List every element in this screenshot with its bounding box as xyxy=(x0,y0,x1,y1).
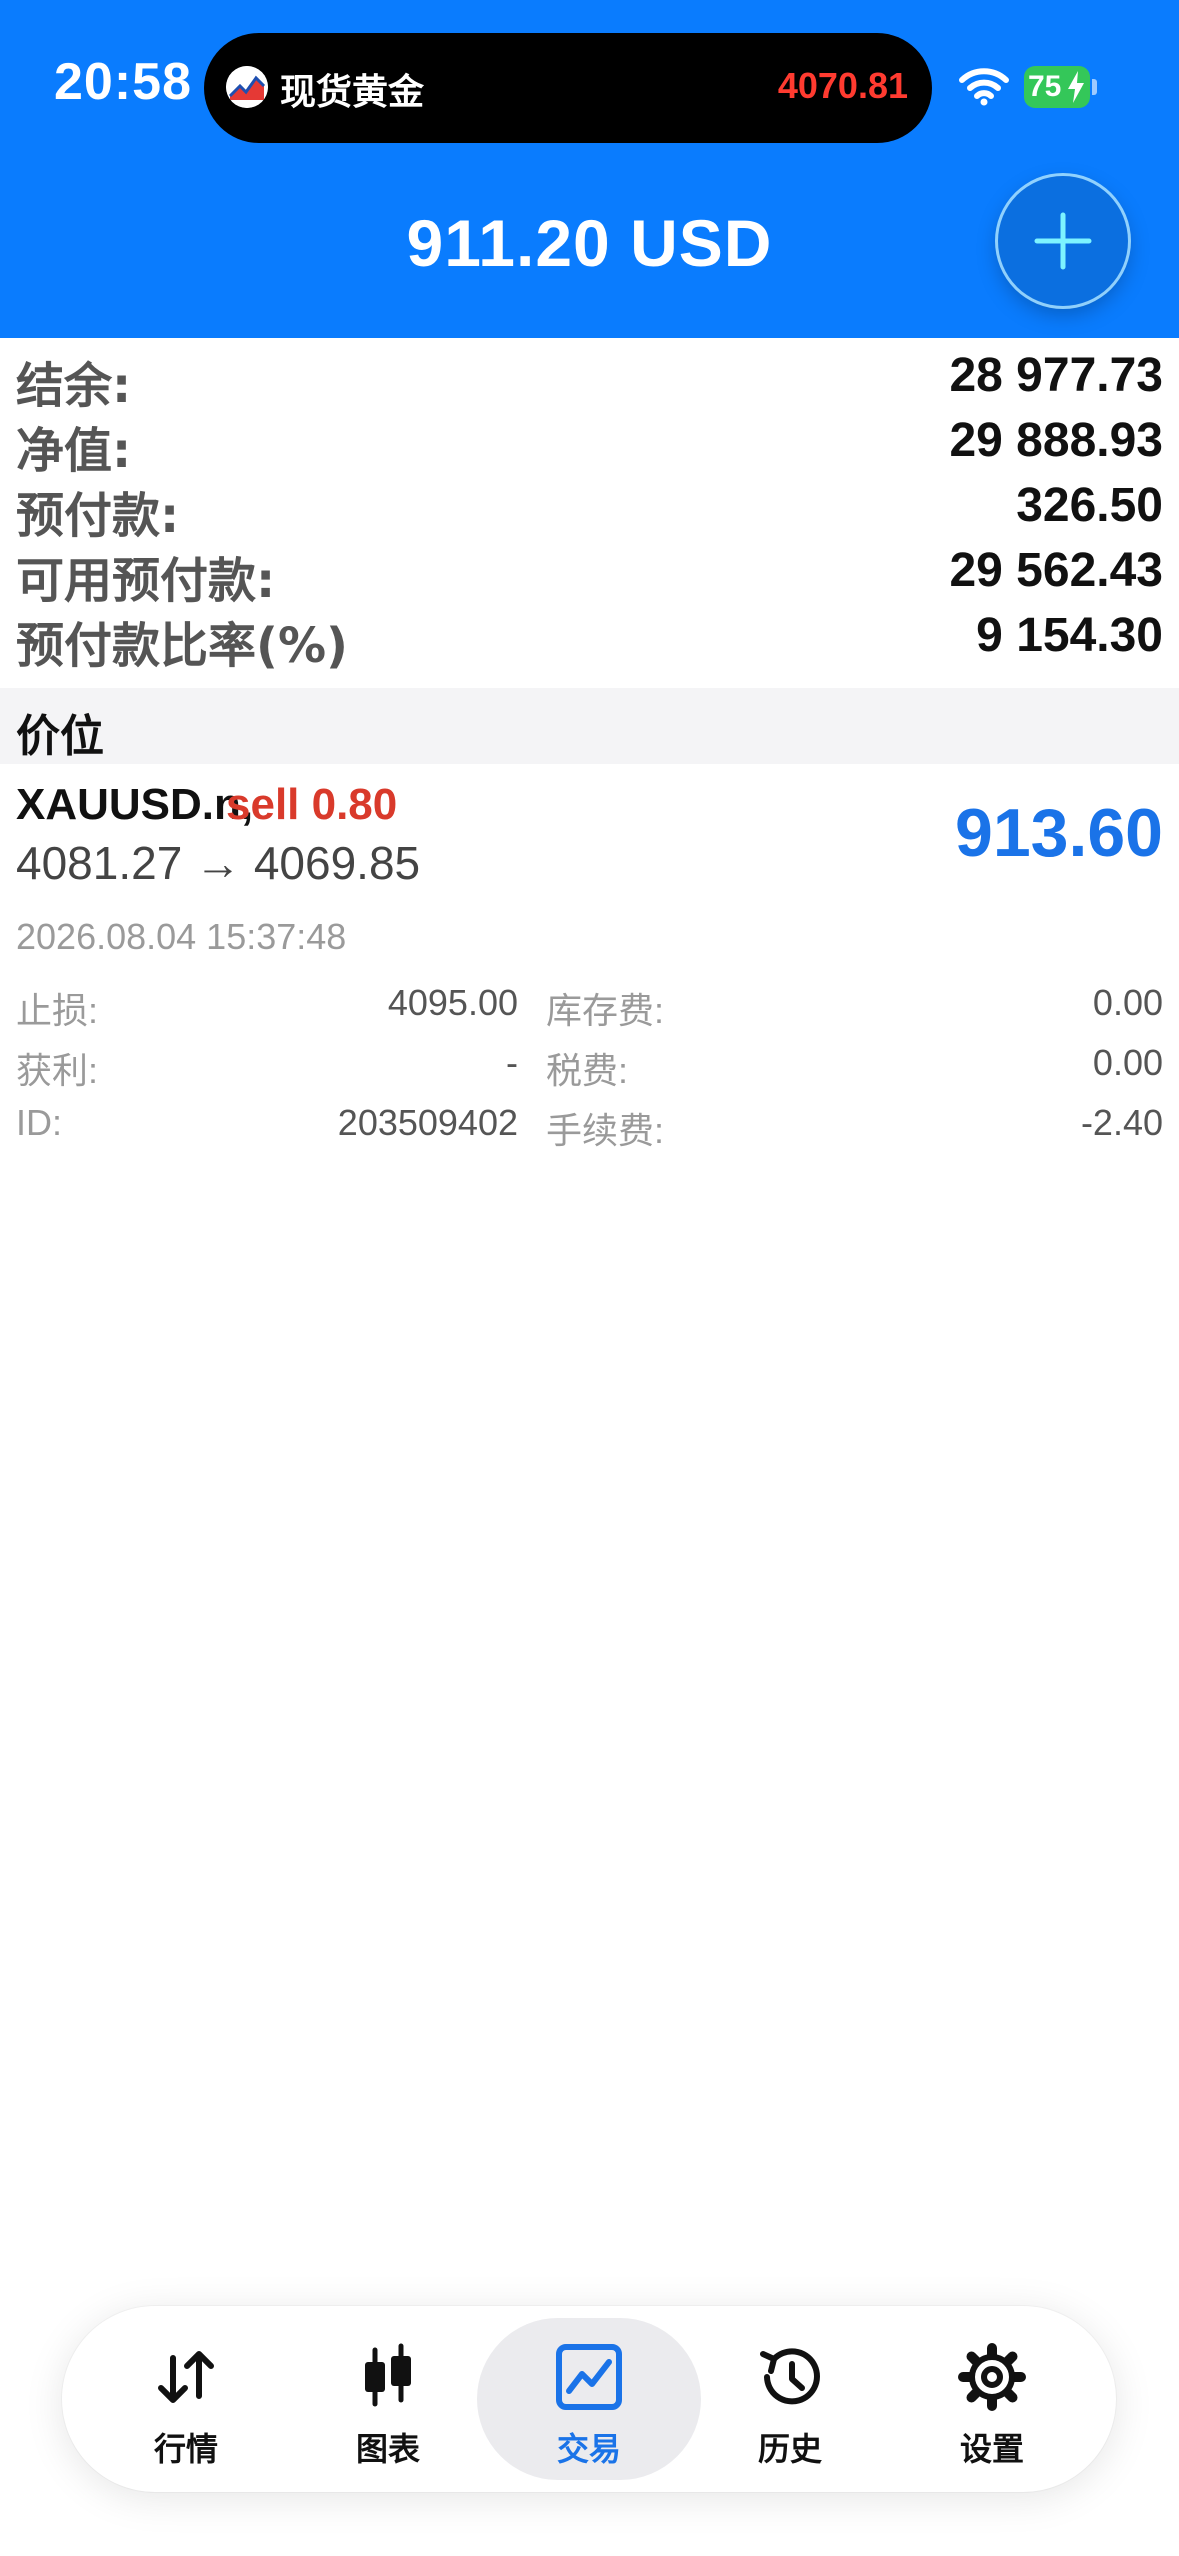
wifi-icon xyxy=(958,66,1010,106)
account-row-margin-level: 预付款比率(%) 9 154.30 xyxy=(0,598,1179,674)
stop-loss-value: 4095.00 xyxy=(387,982,518,1023)
battery-cap xyxy=(1092,79,1097,95)
account-row-margin: 预付款: 326.50 xyxy=(0,468,1179,544)
order-id-value: 203509402 xyxy=(337,1102,518,1143)
margin-level-label: 预付款比率(%) xyxy=(16,618,348,674)
bottom-tab-bar: 行情 图表 交易 历史 设置 xyxy=(62,2306,1116,2492)
new-order-button[interactable] xyxy=(998,176,1128,306)
position-open-current-price: 4081.27 → 4069.85 xyxy=(16,837,421,889)
position-open-time: 2026.08.04 15:37:48 xyxy=(16,916,347,957)
charging-bolt-icon xyxy=(1068,71,1084,103)
tab-trade-label: 交易 xyxy=(556,2430,621,2468)
trade-chart-icon xyxy=(556,2344,622,2410)
history-clock-icon xyxy=(760,2348,820,2405)
account-row-balance: 结余: 28 977.73 xyxy=(0,338,1179,414)
balance-value: 28 977.73 xyxy=(949,349,1163,402)
island-price: 4070.81 xyxy=(777,65,908,106)
plus-icon xyxy=(1034,212,1092,270)
tab-quotes[interactable]: 行情 xyxy=(86,2306,286,2492)
swap-value: 0.00 xyxy=(1092,982,1163,1023)
positions-section-title: 价位 xyxy=(16,711,104,762)
candlestick-chart-icon xyxy=(365,2343,411,2407)
tab-settings[interactable]: 设置 xyxy=(892,2306,1092,2492)
account-row-free-margin: 可用预付款: 29 562.43 xyxy=(0,533,1179,609)
tax-value: 0.00 xyxy=(1092,1042,1163,1083)
account-row-equity: 净值: 29 888.93 xyxy=(0,403,1179,479)
island-title: 现货黄金 xyxy=(280,72,425,113)
commission-value: -2.40 xyxy=(1080,1102,1163,1143)
position-profit: 913.60 xyxy=(955,795,1163,871)
take-profit-label: 获利: xyxy=(16,1050,99,1091)
tab-settings-label: 设置 xyxy=(959,2430,1024,2468)
take-profit-value: - xyxy=(506,1042,518,1083)
tab-history[interactable]: 历史 xyxy=(690,2306,890,2492)
margin-value: 326.50 xyxy=(1016,479,1163,532)
position-item[interactable]: XAUUSD.n, sell 0.80 4081.27 → 4069.85 91… xyxy=(0,764,1179,1164)
margin-level-value: 9 154.30 xyxy=(976,609,1163,662)
commission-label: 手续费: xyxy=(546,1110,665,1151)
stop-loss-label: 止损: xyxy=(16,990,99,1031)
order-id-label: ID: xyxy=(16,1102,63,1143)
tab-trade[interactable]: 交易 xyxy=(477,2306,701,2492)
battery-level: 75 xyxy=(1028,70,1062,103)
position-side-volume: sell 0.80 xyxy=(226,780,398,829)
header: 20:58 现货黄金 4070.81 75 911.20 USD xyxy=(0,0,1179,338)
status-time: 20:58 xyxy=(54,53,192,111)
position-symbol: XAUUSD.n, xyxy=(16,780,254,829)
tab-charts-label: 图表 xyxy=(355,2430,420,2468)
free-margin-value: 29 562.43 xyxy=(949,544,1163,597)
tab-history-label: 历史 xyxy=(757,2430,822,2468)
swap-label: 库存费: xyxy=(546,990,665,1031)
tax-label: 税费: xyxy=(546,1050,629,1091)
tab-quotes-label: 行情 xyxy=(153,2430,218,2468)
tab-charts[interactable]: 图表 xyxy=(288,2306,488,2492)
quotes-arrows-icon xyxy=(158,2351,214,2403)
live-activity-island[interactable]: 现货黄金 4070.81 xyxy=(204,33,932,143)
gear-icon xyxy=(958,2343,1026,2411)
account-summary: 结余: 28 977.73 净值: 29 888.93 预付款: 326.50 … xyxy=(0,338,1179,674)
battery-indicator: 75 xyxy=(1024,66,1097,108)
gold-app-logo-icon xyxy=(226,66,268,108)
positions-section-header: 价位 xyxy=(0,688,1179,764)
equity-value: 29 888.93 xyxy=(949,414,1163,467)
